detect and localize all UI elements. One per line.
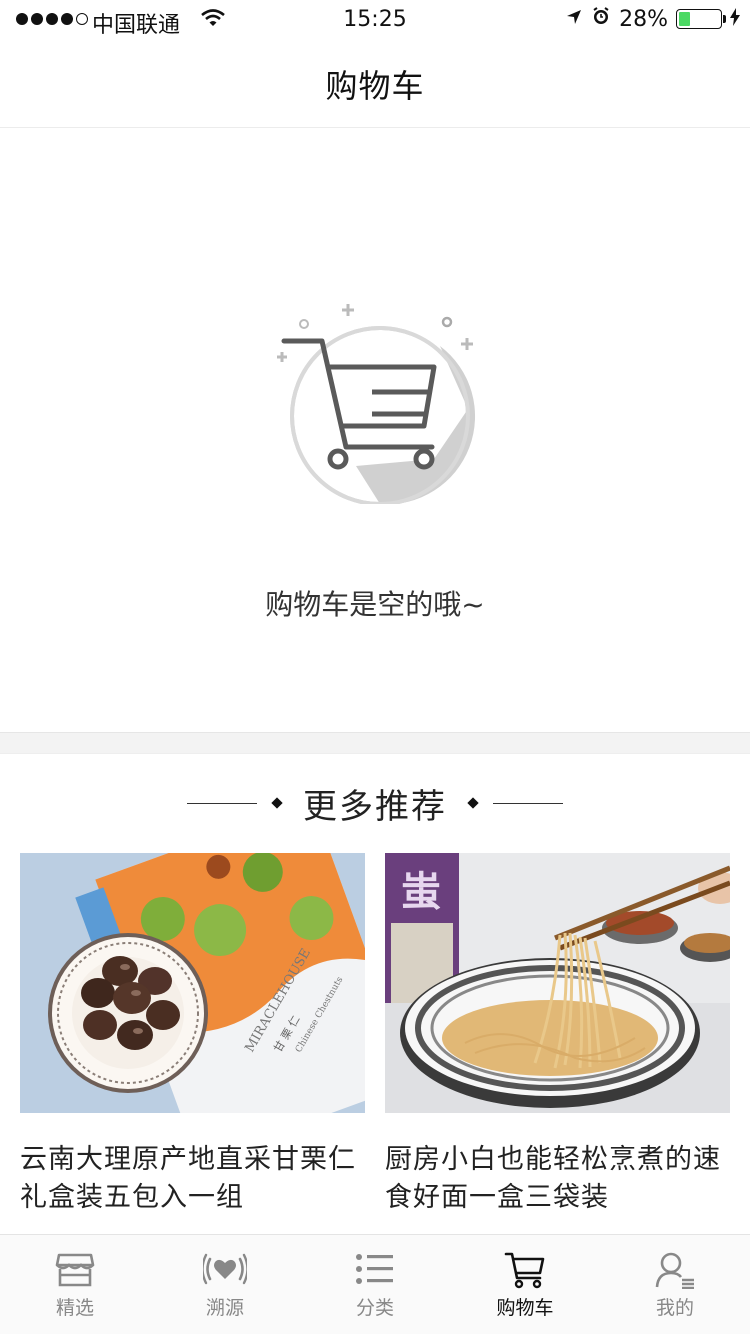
battery-icon [676, 9, 726, 29]
tab-cart[interactable]: 购物车 [450, 1235, 600, 1334]
tab-trace[interactable]: 溯源 [150, 1235, 300, 1334]
product-card[interactable]: 蚩 厨房小白也能轻松烹煮的速食好面一盒三袋装 [385, 853, 730, 1217]
status-bar: 中国联通 15:25 28% [0, 0, 750, 40]
tab-featured[interactable]: 精选 [0, 1235, 150, 1334]
list-icon [356, 1254, 393, 1284]
product-image[interactable]: 蚩 [385, 853, 730, 1113]
tab-mine[interactable]: 我的 [600, 1235, 750, 1334]
charging-icon [730, 7, 740, 32]
empty-cart-message: 购物车是空的哦~ [265, 588, 485, 621]
shop-icon [55, 1253, 95, 1287]
tab-label: 溯源 [205, 1297, 244, 1319]
tab-bar: 精选 溯源 分类 购物车 我的 [0, 1234, 750, 1334]
location-icon [565, 7, 583, 32]
diamond-icon [271, 797, 283, 809]
tab-label: 精选 [55, 1297, 94, 1319]
recommend-header: 更多推荐 [0, 780, 750, 827]
empty-cart-illustration-icon [277, 304, 475, 504]
cart-icon [504, 1252, 545, 1289]
empty-cart-state: 购物车是空的哦~ [0, 129, 750, 732]
tab-label: 我的 [655, 1297, 694, 1319]
nav-bar: 购物车 [0, 40, 750, 128]
product-title[interactable]: 厨房小白也能轻松烹煮的速食好面一盒三袋装 [385, 1141, 730, 1217]
package-char-text: 蚩 [401, 869, 441, 915]
section-divider [0, 732, 750, 754]
battery-percent: 28% [619, 6, 668, 32]
divider-line [187, 802, 257, 804]
product-title[interactable]: 云南大理原产地直采甘栗仁礼盒装五包入一组 [20, 1141, 365, 1217]
heart-signal-icon [203, 1253, 247, 1285]
product-image[interactable]: MIRACLEHOUSE 甘 栗 仁 Chinese Chestnuts [20, 853, 365, 1113]
page-title: 购物车 [325, 66, 425, 105]
alarm-icon [591, 6, 611, 32]
tab-label: 购物车 [496, 1297, 554, 1319]
diamond-icon [467, 797, 479, 809]
divider-line [493, 802, 563, 804]
tab-label: 分类 [355, 1297, 394, 1319]
recommend-title: 更多推荐 [303, 786, 447, 827]
product-card[interactable]: MIRACLEHOUSE 甘 栗 仁 Chinese Chestnuts 云南大… [20, 853, 365, 1217]
tab-category[interactable]: 分类 [300, 1235, 450, 1334]
user-icon [655, 1252, 694, 1289]
